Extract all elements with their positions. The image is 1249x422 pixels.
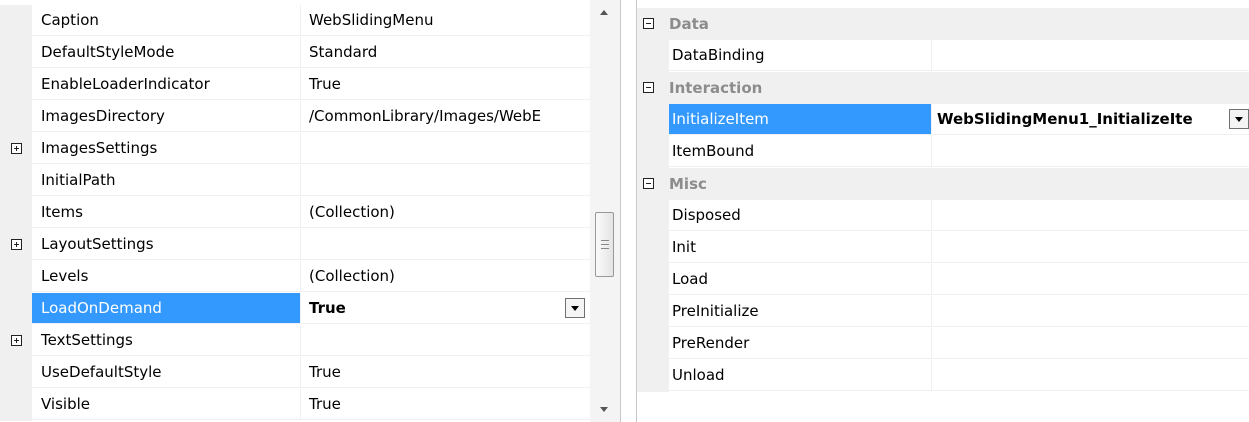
category-data[interactable]: Data: [637, 8, 1249, 40]
property-value[interactable]: [300, 325, 590, 356]
scroll-down-arrow-icon[interactable]: [600, 407, 608, 412]
dropdown-arrow-button[interactable]: [565, 298, 585, 318]
event-handler[interactable]: [931, 328, 1249, 359]
category-label: Misc: [669, 175, 707, 193]
event-handler[interactable]: [931, 360, 1249, 391]
expand-icon[interactable]: [11, 143, 22, 154]
category-label: Interaction: [669, 79, 763, 97]
property-value[interactable]: Standard: [300, 37, 590, 68]
event-name: ItemBound: [669, 136, 931, 167]
property-value[interactable]: [300, 165, 590, 196]
event-handler[interactable]: WebSlidingMenu1_InitializeIte: [931, 104, 1249, 135]
properties-grid-left: Caption WebSlidingMenu DefaultStyleMode …: [0, 0, 621, 422]
event-handler[interactable]: [931, 136, 1249, 167]
event-handler[interactable]: [931, 296, 1249, 327]
event-name: Load: [669, 264, 931, 295]
property-name: Caption: [32, 5, 300, 36]
property-value[interactable]: [300, 133, 590, 164]
event-name: PreInitialize: [669, 296, 931, 327]
event-name: Init: [669, 232, 931, 263]
property-name: InitialPath: [32, 165, 300, 196]
property-value[interactable]: (Collection): [300, 197, 590, 228]
event-name: Unload: [669, 360, 931, 391]
dropdown-arrow-button[interactable]: [1229, 109, 1249, 129]
collapse-icon[interactable]: [643, 82, 654, 93]
property-value[interactable]: [300, 229, 590, 260]
category-interaction[interactable]: Interaction: [637, 72, 1249, 104]
property-name: TextSettings: [32, 325, 300, 356]
scroll-up-arrow-icon[interactable]: [600, 10, 608, 15]
property-name: LayoutSettings: [32, 229, 300, 260]
property-name: DefaultStyleMode: [32, 37, 300, 68]
property-name: Items: [32, 197, 300, 228]
expand-icon[interactable]: [11, 239, 22, 250]
property-value[interactable]: True: [300, 293, 590, 324]
property-value[interactable]: True: [300, 389, 590, 420]
property-value[interactable]: (Collection): [300, 261, 590, 292]
event-name: PreRender: [669, 328, 931, 359]
property-name: Visible: [32, 389, 300, 420]
event-name: DataBinding: [669, 40, 931, 71]
event-handler[interactable]: [931, 40, 1249, 71]
event-handler[interactable]: [931, 200, 1249, 231]
property-name: ImagesSettings: [32, 133, 300, 164]
property-name: EnableLoaderIndicator: [32, 69, 300, 100]
property-name: Levels: [32, 261, 300, 292]
event-name: InitializeItem: [669, 104, 931, 135]
collapse-icon[interactable]: [643, 178, 654, 189]
event-name: Disposed: [669, 200, 931, 231]
collapse-icon[interactable]: [643, 18, 654, 29]
category-label: Data: [669, 15, 709, 33]
property-value[interactable]: /CommonLibrary/Images/WebE: [300, 101, 590, 132]
expand-icon[interactable]: [11, 335, 22, 346]
grip-icon: [601, 240, 609, 241]
scrollbar-thumb[interactable]: [595, 212, 614, 277]
property-name: ImagesDirectory: [32, 101, 300, 132]
event-handler[interactable]: [931, 264, 1249, 295]
category-misc[interactable]: Misc: [637, 168, 1249, 200]
property-value[interactable]: True: [300, 69, 590, 100]
property-value[interactable]: True: [300, 357, 590, 388]
property-name: UseDefaultStyle: [32, 357, 300, 388]
event-handler[interactable]: [931, 232, 1249, 263]
vertical-scrollbar[interactable]: [590, 0, 620, 422]
property-value[interactable]: WebSlidingMenu: [300, 5, 590, 36]
property-name: LoadOnDemand: [32, 293, 300, 324]
events-grid-right: Data DataBinding Interaction InitializeI…: [636, 0, 1249, 422]
